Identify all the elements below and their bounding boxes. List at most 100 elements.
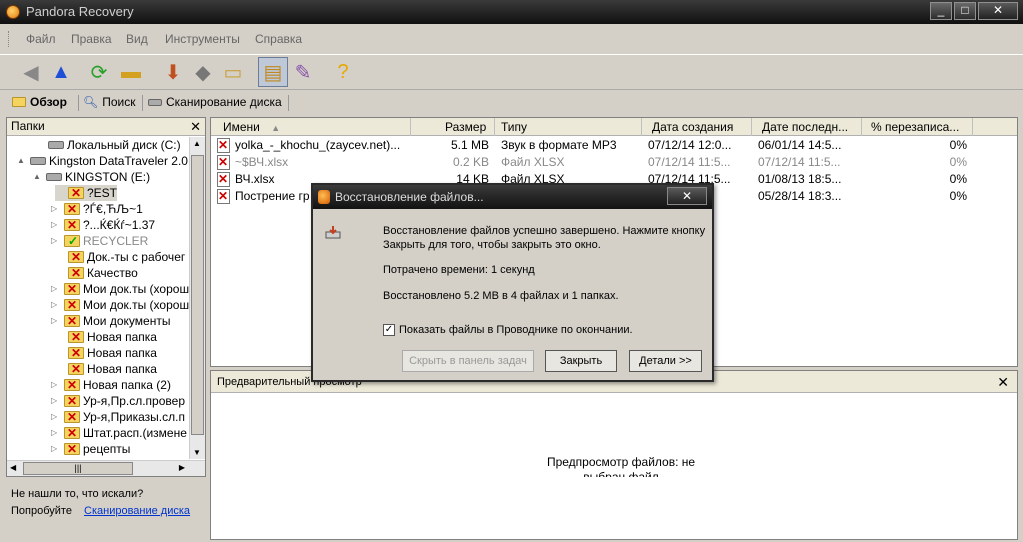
col-size[interactable]: Размер <box>411 118 495 136</box>
vscroll-thumb[interactable] <box>191 155 204 435</box>
folder-tree-item[interactable]: ▷ ?...Ќ€Ќѓ~1.37 <box>51 217 155 233</box>
folder-tree-item[interactable]: ▷ Мои док.ты (хорош <box>51 281 189 297</box>
help-icon[interactable]: ? <box>328 57 358 87</box>
folder-tree-item[interactable]: Локальный диск (C:) <box>35 137 181 153</box>
details-button[interactable]: Детали >> <box>629 350 702 372</box>
dialog-close-action-button[interactable]: Закрыть <box>545 350 617 372</box>
file-cell-overwrite: 0% <box>949 138 967 152</box>
folder-tree-item[interactable]: ▷ ?Ѓ€,ЋЉ~1 <box>51 201 143 217</box>
folder-tree-item[interactable]: ▷ Мои док.ты (хорош <box>51 297 189 313</box>
open-folder-icon[interactable]: ▬ <box>116 57 146 87</box>
back-arrow-icon[interactable]: ◀ <box>16 57 46 87</box>
recoverable-folder-icon <box>64 233 80 249</box>
disk-scan-link[interactable]: Сканирование диска <box>84 505 190 517</box>
folder-tree-item-label: Новая папка (2) <box>83 378 171 392</box>
col-modified[interactable]: Дате последн... <box>752 118 862 136</box>
hide-to-tray-button[interactable]: Скрыть в панель задач <box>402 350 534 372</box>
expand-toggle-icon[interactable]: ▷ <box>51 297 61 313</box>
folder-tree-item[interactable]: ▲ KINGSTON (E:) <box>33 169 150 185</box>
menu-tools[interactable]: Инструменты <box>165 32 240 46</box>
deleted-folder-icon <box>64 393 80 409</box>
folder-tree-item[interactable]: Новая папка <box>55 345 157 361</box>
up-arrow-icon[interactable]: ▲ <box>46 57 76 87</box>
drive-icon <box>46 173 62 181</box>
folder-tree-item[interactable]: ▷ рецепты <box>51 441 130 457</box>
scroll-left-icon[interactable]: ◀ <box>10 463 16 472</box>
expand-toggle-icon[interactable]: ▷ <box>51 233 61 249</box>
folder-tree-item[interactable]: ?EST <box>55 185 118 201</box>
minimize-button[interactable]: _ <box>930 2 952 20</box>
show-in-explorer-label[interactable]: Показать файлы в Проводнике по окончании… <box>399 324 633 336</box>
tab-browse-label: Обзор <box>30 95 67 109</box>
folder-tree-item-label: ?Ѓ€,ЋЉ~1 <box>83 202 143 216</box>
preview-close-button[interactable]: ✕ <box>997 371 1009 393</box>
deleted-folder-icon <box>64 201 80 217</box>
menu-view[interactable]: Вид <box>126 32 148 46</box>
file-row[interactable]: yolka_-_khochu_(zaycev.net)... 5.1 MB Звук… <box>211 137 1017 154</box>
deleted-folder-icon <box>64 409 80 425</box>
clipboard-icon[interactable]: ▤ <box>258 57 288 87</box>
maximize-button[interactable]: □ <box>954 2 976 20</box>
col-name[interactable]: Имени ▲ <box>211 118 411 136</box>
folder-tree-item[interactable]: ▷ Штат.расп.(измене <box>51 425 187 441</box>
dialog-title: Восстановление файлов... <box>335 190 484 204</box>
tab-row: Обзор 🔍︎ Поиск Сканирование диска <box>0 92 1023 114</box>
expand-toggle-icon[interactable]: ▷ <box>51 313 61 329</box>
col-created[interactable]: Дата создания <box>642 118 752 136</box>
folder-tree-hscrollbar[interactable]: ◀ ||| ▶ <box>7 460 205 476</box>
expand-toggle-icon[interactable]: ▷ <box>51 377 61 393</box>
file-row[interactable]: ~$ВЧ.xlsx 0.2 KB Файл XLSX 07/12/14 11:5...… <box>211 154 1017 171</box>
refresh-icon[interactable]: ⟳ <box>84 57 114 87</box>
folder-tree-item[interactable]: ▷ Ур-я,Приказы.сл.п <box>51 409 185 425</box>
dialog-app-icon <box>318 190 330 204</box>
menu-help[interactable]: Справка <box>255 32 302 46</box>
expand-toggle-icon[interactable]: ▲ <box>33 169 43 185</box>
close-button[interactable]: ✕ <box>978 2 1018 20</box>
folders-close-button[interactable]: ✕ <box>190 118 201 135</box>
comment-icon[interactable]: ◆ <box>188 57 218 87</box>
dialog-titlebar[interactable]: Восстановление файлов... ✕ <box>313 185 712 209</box>
expand-toggle-icon[interactable]: ▷ <box>51 441 61 457</box>
folder-tree-item[interactable]: ▷ Мои документы <box>51 313 170 329</box>
menu-edit[interactable]: Правка <box>71 32 112 46</box>
col-type[interactable]: Типу <box>495 118 642 136</box>
wand-icon[interactable]: ✎ <box>288 57 318 87</box>
dialog-close-button[interactable]: ✕ <box>667 187 707 205</box>
scroll-up-icon[interactable]: ▲ <box>193 139 201 148</box>
tab-disk-scan[interactable]: Сканирование диска <box>148 95 282 109</box>
window-titlebar[interactable]: Pandora Recovery _ □ ✕ <box>0 0 1023 24</box>
scroll-down-icon[interactable]: ▼ <box>193 448 201 457</box>
preview-message: Предпросмотр файлов: не выбран файл <box>546 455 696 477</box>
deleted-folder-icon <box>68 265 84 281</box>
folder-tree-vscrollbar[interactable]: ▲ ▼ <box>189 137 205 459</box>
folder-tree-item[interactable]: Новая папка <box>55 329 157 345</box>
scroll-right-icon[interactable]: ▶ <box>179 463 185 472</box>
menu-file[interactable]: Файл <box>26 32 56 46</box>
tab-browse[interactable]: Обзор <box>12 95 67 109</box>
expand-toggle-icon[interactable]: ▷ <box>51 425 61 441</box>
expand-toggle-icon[interactable]: ▷ <box>51 281 61 297</box>
folder-tree-item[interactable]: Док.-ты с рабочег <box>55 249 185 265</box>
document-icon[interactable]: ▭ <box>218 57 248 87</box>
folder-tree-item[interactable]: ▲ Kingston DataTraveler 2.0 <box>17 153 188 169</box>
recover-icon[interactable]: ⬇ <box>158 57 188 87</box>
col-overwrite[interactable]: % перезаписа... <box>862 118 973 136</box>
folder-tree-item[interactable]: ▷ Новая папка (2) <box>51 377 171 393</box>
expand-toggle-icon[interactable]: ▷ <box>51 393 61 409</box>
sort-ascending-icon: ▲ <box>271 123 281 133</box>
folder-tree-item[interactable]: Качество <box>55 265 138 281</box>
deleted-folder-icon <box>64 377 80 393</box>
col-size-label: Размер <box>445 120 487 134</box>
expand-toggle-icon[interactable]: ▷ <box>51 201 61 217</box>
col-name-label: Имени <box>223 120 260 134</box>
folder-tree-item[interactable]: Новая папка <box>55 361 157 377</box>
show-in-explorer-checkbox[interactable]: ✓ <box>383 324 395 336</box>
expand-toggle-icon[interactable]: ▷ <box>51 217 61 233</box>
expand-toggle-icon[interactable]: ▲ <box>17 153 27 169</box>
folder-tree-item[interactable]: ▷ Ур-я,Пр.сл.провер <box>51 393 185 409</box>
hscroll-thumb[interactable]: ||| <box>23 462 133 475</box>
folder-tree-item[interactable]: ▷ RECYCLER <box>51 233 148 249</box>
menu-bar: Файл Правка Вид Инструменты Справка <box>0 26 1023 52</box>
tab-search[interactable]: 🔍︎ Поиск <box>83 95 136 109</box>
expand-toggle-icon[interactable]: ▷ <box>51 409 61 425</box>
